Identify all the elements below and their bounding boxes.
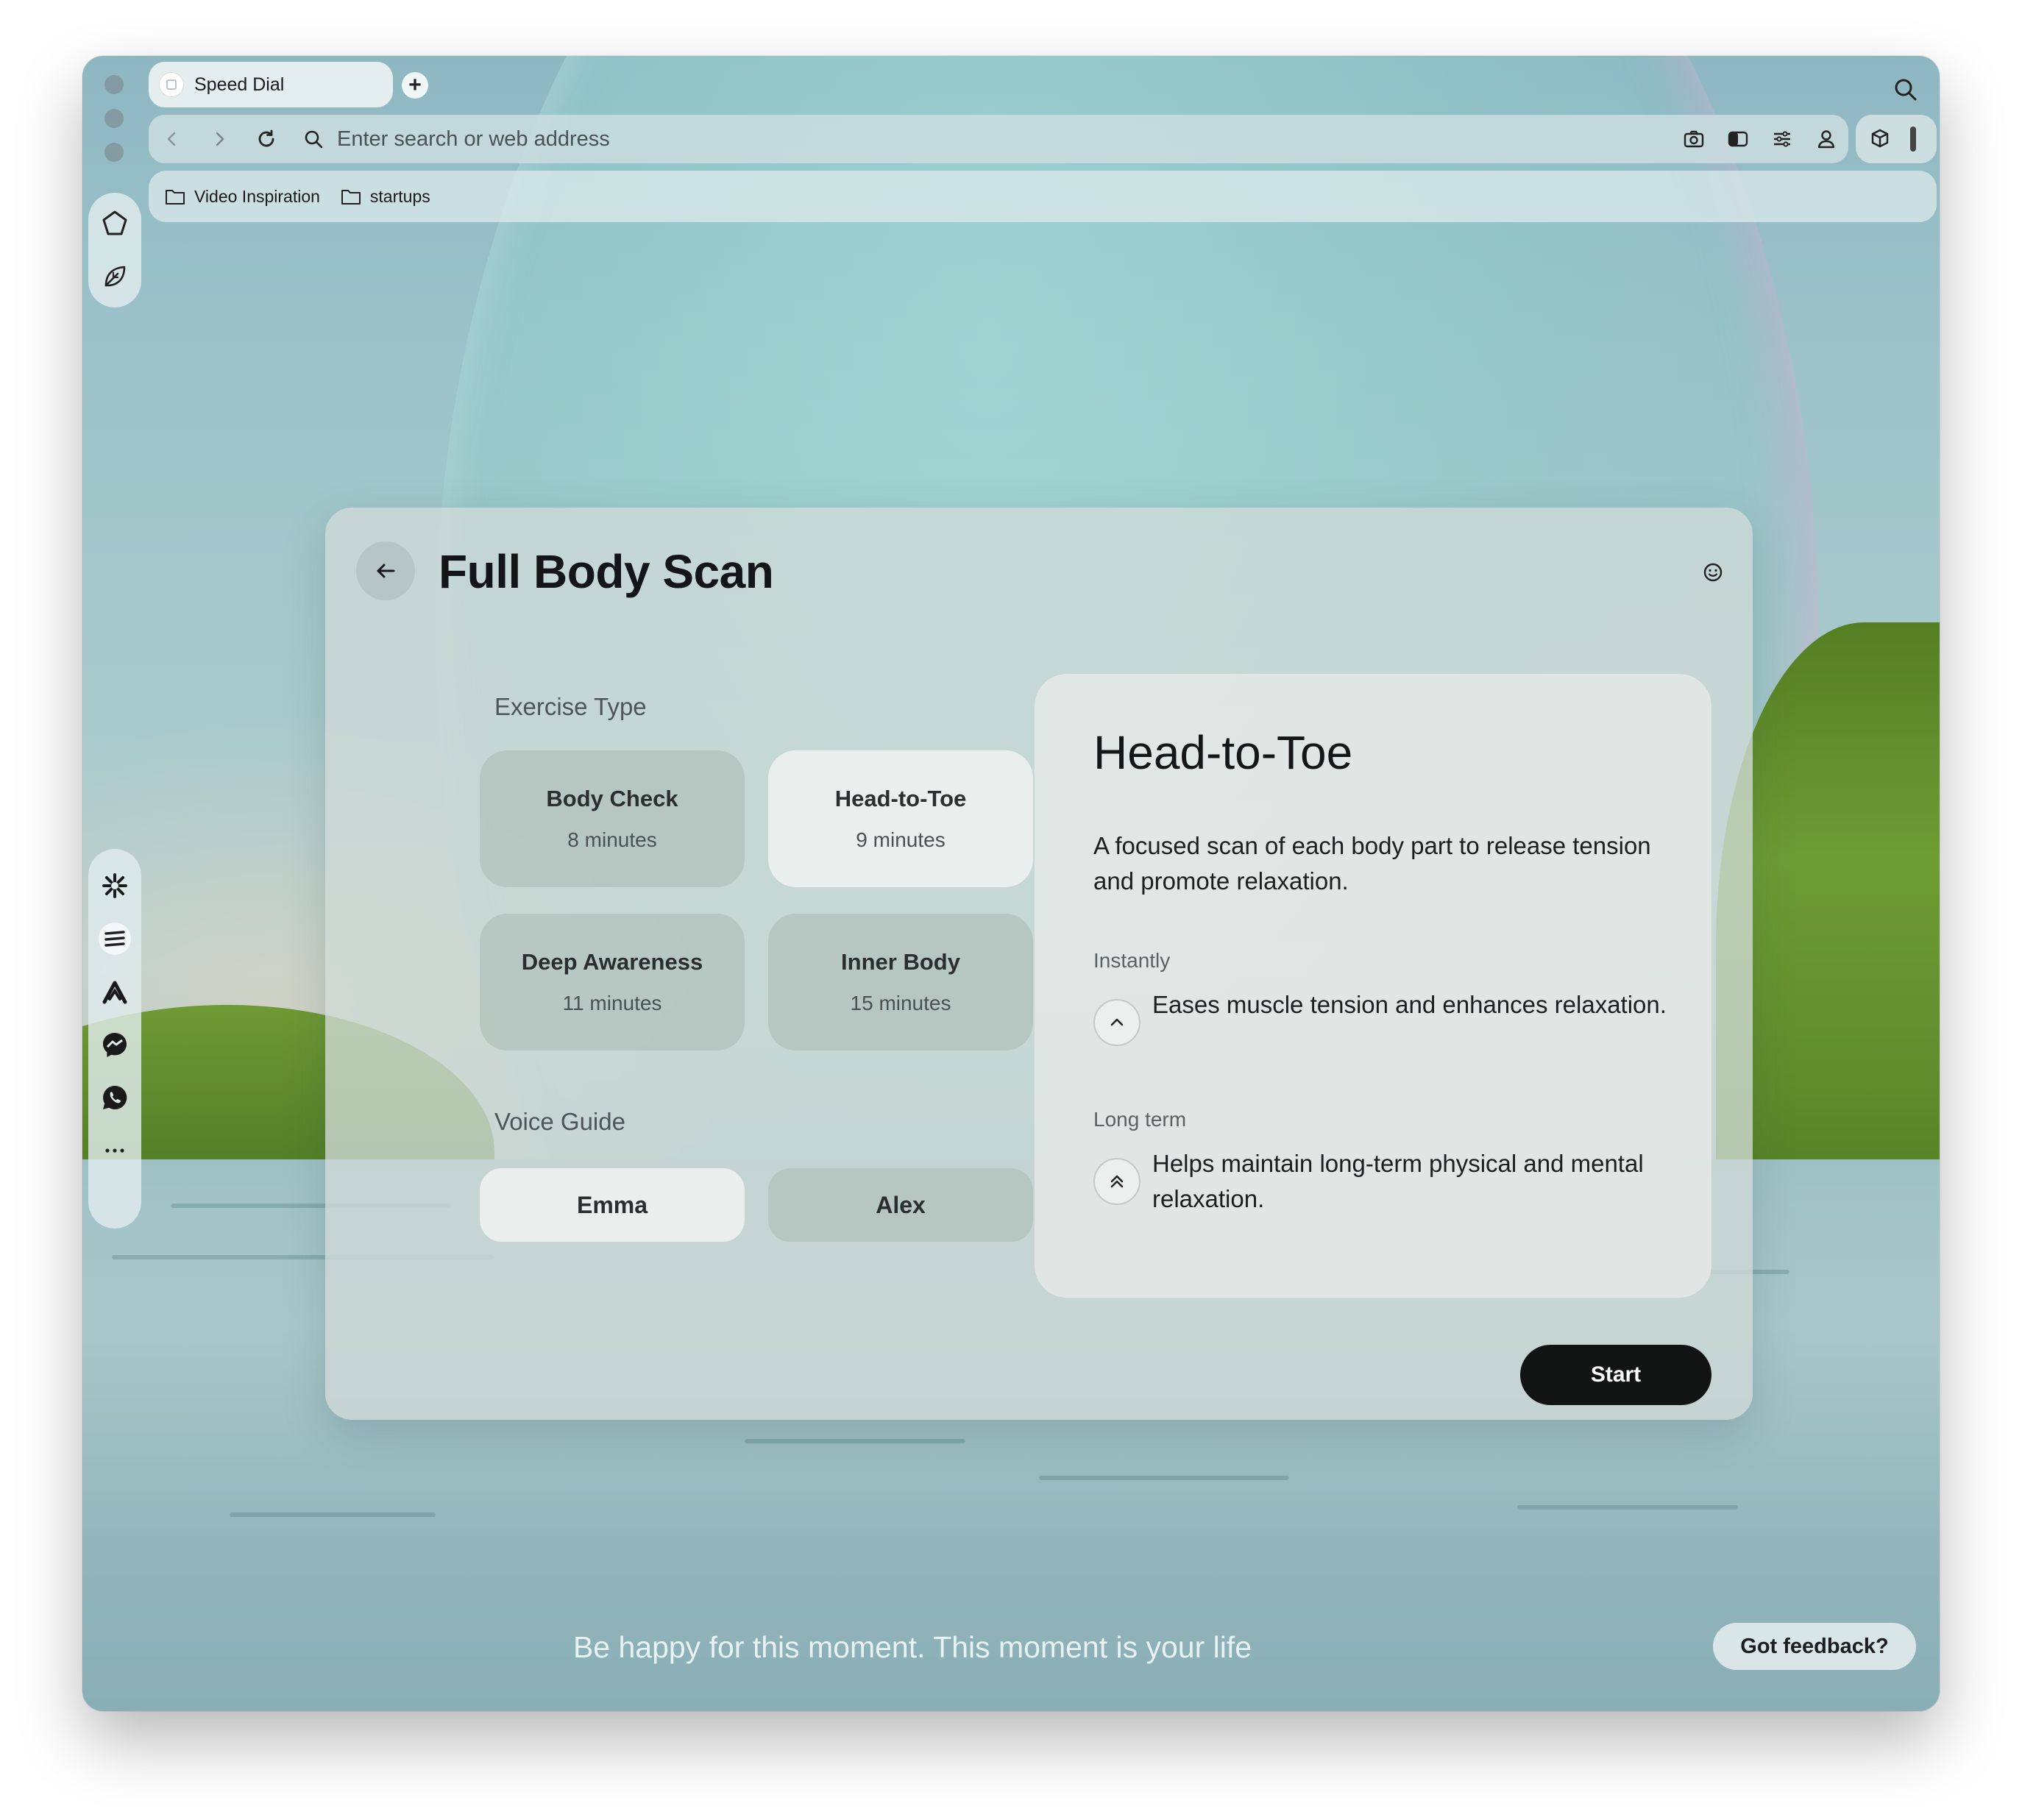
panel-toggle-handle[interactable]: [1910, 127, 1916, 152]
extensions-cube-icon[interactable]: [1869, 128, 1891, 150]
tab-label: Speed Dial: [194, 74, 285, 95]
home-pentagon-icon: [102, 210, 127, 235]
arrow-left-icon: [377, 564, 395, 578]
bookmark-label: Video Inspiration: [194, 186, 320, 206]
benefit-badge: [1093, 999, 1141, 1046]
voice-guide-label: Voice Guide: [494, 1108, 625, 1135]
exercise-option-head-to-toe[interactable]: Head-to-Toe 9 minutes: [768, 750, 1033, 887]
exercise-name: Body Check: [546, 786, 678, 811]
address-search-icon-wrap: [290, 115, 337, 163]
exercise-option-body-check[interactable]: Body Check 8 minutes: [480, 750, 745, 887]
address-input[interactable]: [337, 115, 1672, 163]
contrast-icon: [1728, 131, 1748, 147]
double-chevron-up-icon: [1110, 1175, 1124, 1188]
sidebar-more-button[interactable]: [88, 1124, 141, 1177]
perplexity-icon: [102, 873, 127, 898]
detail-description: A focused scan of each body part to rele…: [1093, 832, 1651, 895]
sidebar-item-vivaldi[interactable]: [88, 965, 141, 1018]
exercise-duration: 11 minutes: [562, 992, 662, 1014]
settings-sliders-button[interactable]: [1760, 115, 1804, 163]
exercise-detail-panel: Head-to-Toe A focused scan of each body …: [1035, 674, 1711, 1298]
bookmark-folder[interactable]: Video Inspiration: [165, 187, 320, 207]
mood-button[interactable]: [1700, 559, 1726, 586]
sidebar-top: [88, 193, 141, 308]
sidebar-item-perplexity[interactable]: [88, 859, 141, 912]
window-zoom-button[interactable]: [104, 143, 124, 162]
sliders-icon: [1774, 131, 1790, 147]
address-bar: [149, 115, 1848, 163]
exercise-option-deep-awareness[interactable]: Deep Awareness 11 minutes: [480, 914, 745, 1051]
reload-icon: [258, 129, 274, 147]
reload-button[interactable]: [243, 115, 290, 163]
exercise-duration: 15 minutes: [850, 992, 951, 1014]
back-icon: [167, 132, 176, 146]
whatsapp-icon: [103, 1085, 127, 1109]
tab-speed-dial[interactable]: Speed Dial: [149, 62, 393, 107]
start-button[interactable]: Start: [1520, 1345, 1711, 1405]
new-tab-button[interactable]: +: [402, 72, 428, 99]
sidebar-apps: [88, 849, 141, 1229]
account-icon: [1817, 130, 1835, 149]
instantly-benefit-text: Eases muscle tension and enhances relaxa…: [1152, 991, 1667, 1018]
search-tabs-button[interactable]: [1891, 75, 1920, 104]
voice-option-alex[interactable]: Alex: [768, 1168, 1033, 1242]
account-button[interactable]: [1804, 115, 1848, 163]
folder-icon: [341, 190, 361, 205]
leaf-icon: [104, 266, 126, 287]
back-button[interactable]: [356, 541, 415, 600]
sidebar-item-whatsapp[interactable]: [88, 1071, 141, 1124]
window-close-button[interactable]: [104, 75, 124, 94]
browser-window: Speed Dial + Enter search or web address…: [82, 56, 1940, 1711]
exercise-option-inner-body[interactable]: Inner Body 15 minutes: [768, 914, 1033, 1051]
bookmarks-bar: Video Inspiration startups: [149, 171, 1937, 222]
plus-icon: +: [408, 73, 422, 97]
forward-button[interactable]: [196, 115, 243, 163]
extensions-area: [1856, 115, 1937, 163]
exercise-duration: 9 minutes: [856, 828, 946, 851]
sidebar-item-home[interactable]: [88, 197, 141, 250]
forward-icon: [216, 132, 224, 146]
messenger-icon: [103, 1033, 127, 1057]
page-title: Full Body Scan: [439, 545, 774, 598]
camera-icon: [1684, 130, 1704, 148]
chevron-up-icon: [1110, 1018, 1124, 1026]
more-icon: [105, 1148, 124, 1153]
daily-quote: Be happy for this moment. This moment is…: [572, 1630, 1252, 1664]
detail-title: Head-to-Toe: [1093, 726, 1353, 779]
page-actions-button[interactable]: [1716, 115, 1760, 163]
instantly-label: Instantly: [1093, 949, 1171, 972]
screenshot-button[interactable]: [1672, 115, 1716, 163]
sidebar-item-stripe[interactable]: [88, 912, 141, 965]
back-button[interactable]: [149, 115, 196, 163]
bookmark-label: startups: [369, 186, 430, 206]
exercise-duration: 8 minutes: [567, 828, 657, 851]
long-term-label: Long term: [1093, 1108, 1187, 1131]
feedback-button[interactable]: Got feedback?: [1713, 1623, 1916, 1670]
search-icon: [1895, 79, 1917, 101]
sidebar-item-leaf[interactable]: [88, 250, 141, 303]
folder-icon: [166, 190, 185, 205]
exercise-name: Deep Awareness: [521, 949, 703, 975]
exercise-card: Full Body Scan Exercise Type Body Check …: [325, 508, 1753, 1420]
stripe-icon: [99, 923, 131, 955]
exercise-name: Head-to-Toe: [834, 786, 967, 811]
smiley-icon: [1703, 563, 1723, 582]
long-term-benefit-text: Helps maintain long-term physical and me…: [1152, 1150, 1644, 1212]
exercise-name: Inner Body: [841, 949, 960, 975]
benefit-badge: [1093, 1158, 1141, 1205]
bookmark-folder[interactable]: startups: [341, 187, 430, 207]
vivaldi-icon: [102, 981, 127, 1004]
voice-option-emma[interactable]: Emma: [480, 1168, 745, 1242]
sidebar-item-messenger[interactable]: [88, 1018, 141, 1071]
search-icon: [305, 130, 323, 149]
exercise-type-label: Exercise Type: [494, 693, 647, 720]
speed-dial-icon: [159, 72, 184, 97]
window-minimize-button[interactable]: [104, 109, 124, 128]
